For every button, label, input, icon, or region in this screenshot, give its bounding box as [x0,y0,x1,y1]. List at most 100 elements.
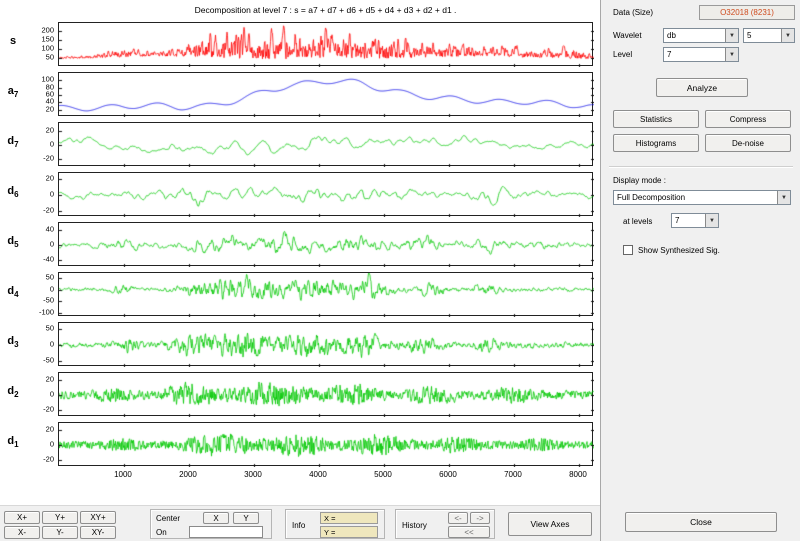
center-label: Center [156,514,180,523]
zoom-x-plus-button[interactable]: X+ [4,511,40,524]
panel-label-sub: 7 [14,140,18,149]
at-levels-select[interactable]: 7 ▼ [671,213,719,228]
chevron-down-icon[interactable]: ▼ [781,29,794,42]
x-tick-label: 7000 [504,470,522,479]
decomposition-plot-region: Decomposition at level 7 : s = a7 + d7 +… [0,0,600,505]
y-tick-label: 20 [46,375,54,384]
x-tick-label: 8000 [569,470,587,479]
center-x-button[interactable]: X [203,512,229,524]
chevron-down-icon[interactable]: ▼ [725,48,738,61]
panel-label: s [0,35,26,49]
section-divider [609,166,793,168]
y-tick-label: 20 [46,126,54,135]
chevron-down-icon[interactable]: ▼ [705,214,718,227]
panel-yticks: 200-20 [28,122,56,166]
statistics-button[interactable]: Statistics [613,110,699,128]
wavelet-number-select[interactable]: 5 ▼ [743,28,795,43]
panel-label: d4 [0,285,26,299]
y-tick-label: 100 [41,44,54,53]
panel-label-sub: 1 [14,440,18,449]
decomposition-row: s 20015010050 [0,20,600,70]
info-x-field: X = [320,512,378,524]
wavelet-family-select[interactable]: db ▼ [663,28,739,43]
info-group: Info X = Y = [285,509,385,539]
y-tick-label: 0 [50,340,54,349]
plot-axes [58,372,593,416]
y-tick-label: 20 [46,104,54,113]
info-label: Info [292,521,305,530]
waveform-canvas [59,23,594,67]
waveform-canvas [59,73,594,117]
level-select[interactable]: 7 ▼ [663,47,739,62]
y-tick-label: -20 [43,153,54,162]
y-tick-label: 50 [46,53,54,62]
at-levels-value: 7 [672,214,705,227]
x-tick-label: 3000 [244,470,262,479]
wavelet-1d-window: Decomposition at level 7 : s = a7 + d7 +… [0,0,800,541]
y-tick-label: -20 [43,454,54,463]
history-back-button[interactable]: <- [448,512,468,524]
waveform-canvas [59,173,594,217]
panel-label: d1 [0,435,26,449]
panel-yticks: 20 0 -20 [28,422,56,466]
decomposition-row: d7 200-20 [0,120,600,170]
control-panel: Data (Size) O32018 (8231) Wavelet db ▼ 5… [600,0,800,541]
y-tick-label: 150 [41,35,54,44]
panel-yticks: 200-20 [28,172,56,216]
waveform-canvas [59,223,594,267]
y-tick-label: -50 [43,356,54,365]
y-tick-label: 20 [46,425,54,434]
panel-label-main: s [10,35,16,47]
data-size-value: O32018 (8231) [699,5,795,20]
center-y-button[interactable]: Y [233,512,259,524]
view-axes-button[interactable]: View Axes [508,512,592,536]
analyze-button[interactable]: Analyze [656,78,748,97]
panel-label-sub: 2 [14,390,18,399]
chevron-down-icon[interactable]: ▼ [777,191,790,204]
waveform-canvas [59,373,594,417]
history-forward-button[interactable]: -> [470,512,490,524]
panel-label: a7 [0,85,26,99]
panel-label: d5 [0,235,26,249]
history-all-button[interactable]: << [448,526,490,538]
decomposition-row: d2 200-20 [0,370,600,420]
show-synthesized-checkbox[interactable] [623,245,633,255]
center-on-input[interactable] [189,526,263,538]
histograms-button[interactable]: Histograms [613,134,699,152]
chevron-down-icon[interactable]: ▼ [725,29,738,42]
zoom-y-minus-button[interactable]: Y- [42,526,78,539]
display-mode-select[interactable]: Full Decomposition ▼ [613,190,791,205]
y-tick-label: -40 [43,255,54,264]
plot-axes [58,122,593,166]
zoom-x-minus-button[interactable]: X- [4,526,40,539]
display-mode-value: Full Decomposition [614,191,777,204]
y-tick-label: 40 [46,224,54,233]
decomposition-row: a7 10080604020 [0,70,600,120]
plot-axes [58,422,593,466]
zoom-xy-plus-button[interactable]: XY+ [80,511,116,524]
panel-label-sub: 7 [14,90,18,99]
zoom-y-plus-button[interactable]: Y+ [42,511,78,524]
close-button[interactable]: Close [625,512,777,532]
wavelet-number-value: 5 [744,29,781,42]
y-tick-label: 0 [50,440,54,449]
compress-button[interactable]: Compress [705,110,791,128]
show-synthesized-label: Show Synthesized Sig. [638,246,720,255]
panel-yticks: 200-20 [28,372,56,416]
panel-label-sub: 6 [14,190,18,199]
decomposition-row: d1 20 0 -20 [0,420,600,470]
y-tick-label: -100 [39,307,54,316]
info-y-field: Y = [320,526,378,538]
x-tick-label: 2000 [179,470,197,479]
center-on-group: Center X Y On [150,509,272,539]
y-tick-label: 50 [46,273,54,282]
waveform-canvas [59,323,594,367]
denoise-button[interactable]: De-noise [705,134,791,152]
zoom-xy-minus-button[interactable]: XY- [80,526,116,539]
y-tick-label: 0 [50,240,54,249]
plot-axes [58,172,593,216]
panel-label-sub: 3 [14,340,18,349]
panel-label: d2 [0,385,26,399]
y-tick-label: 0 [50,390,54,399]
panel-label: d7 [0,135,26,149]
